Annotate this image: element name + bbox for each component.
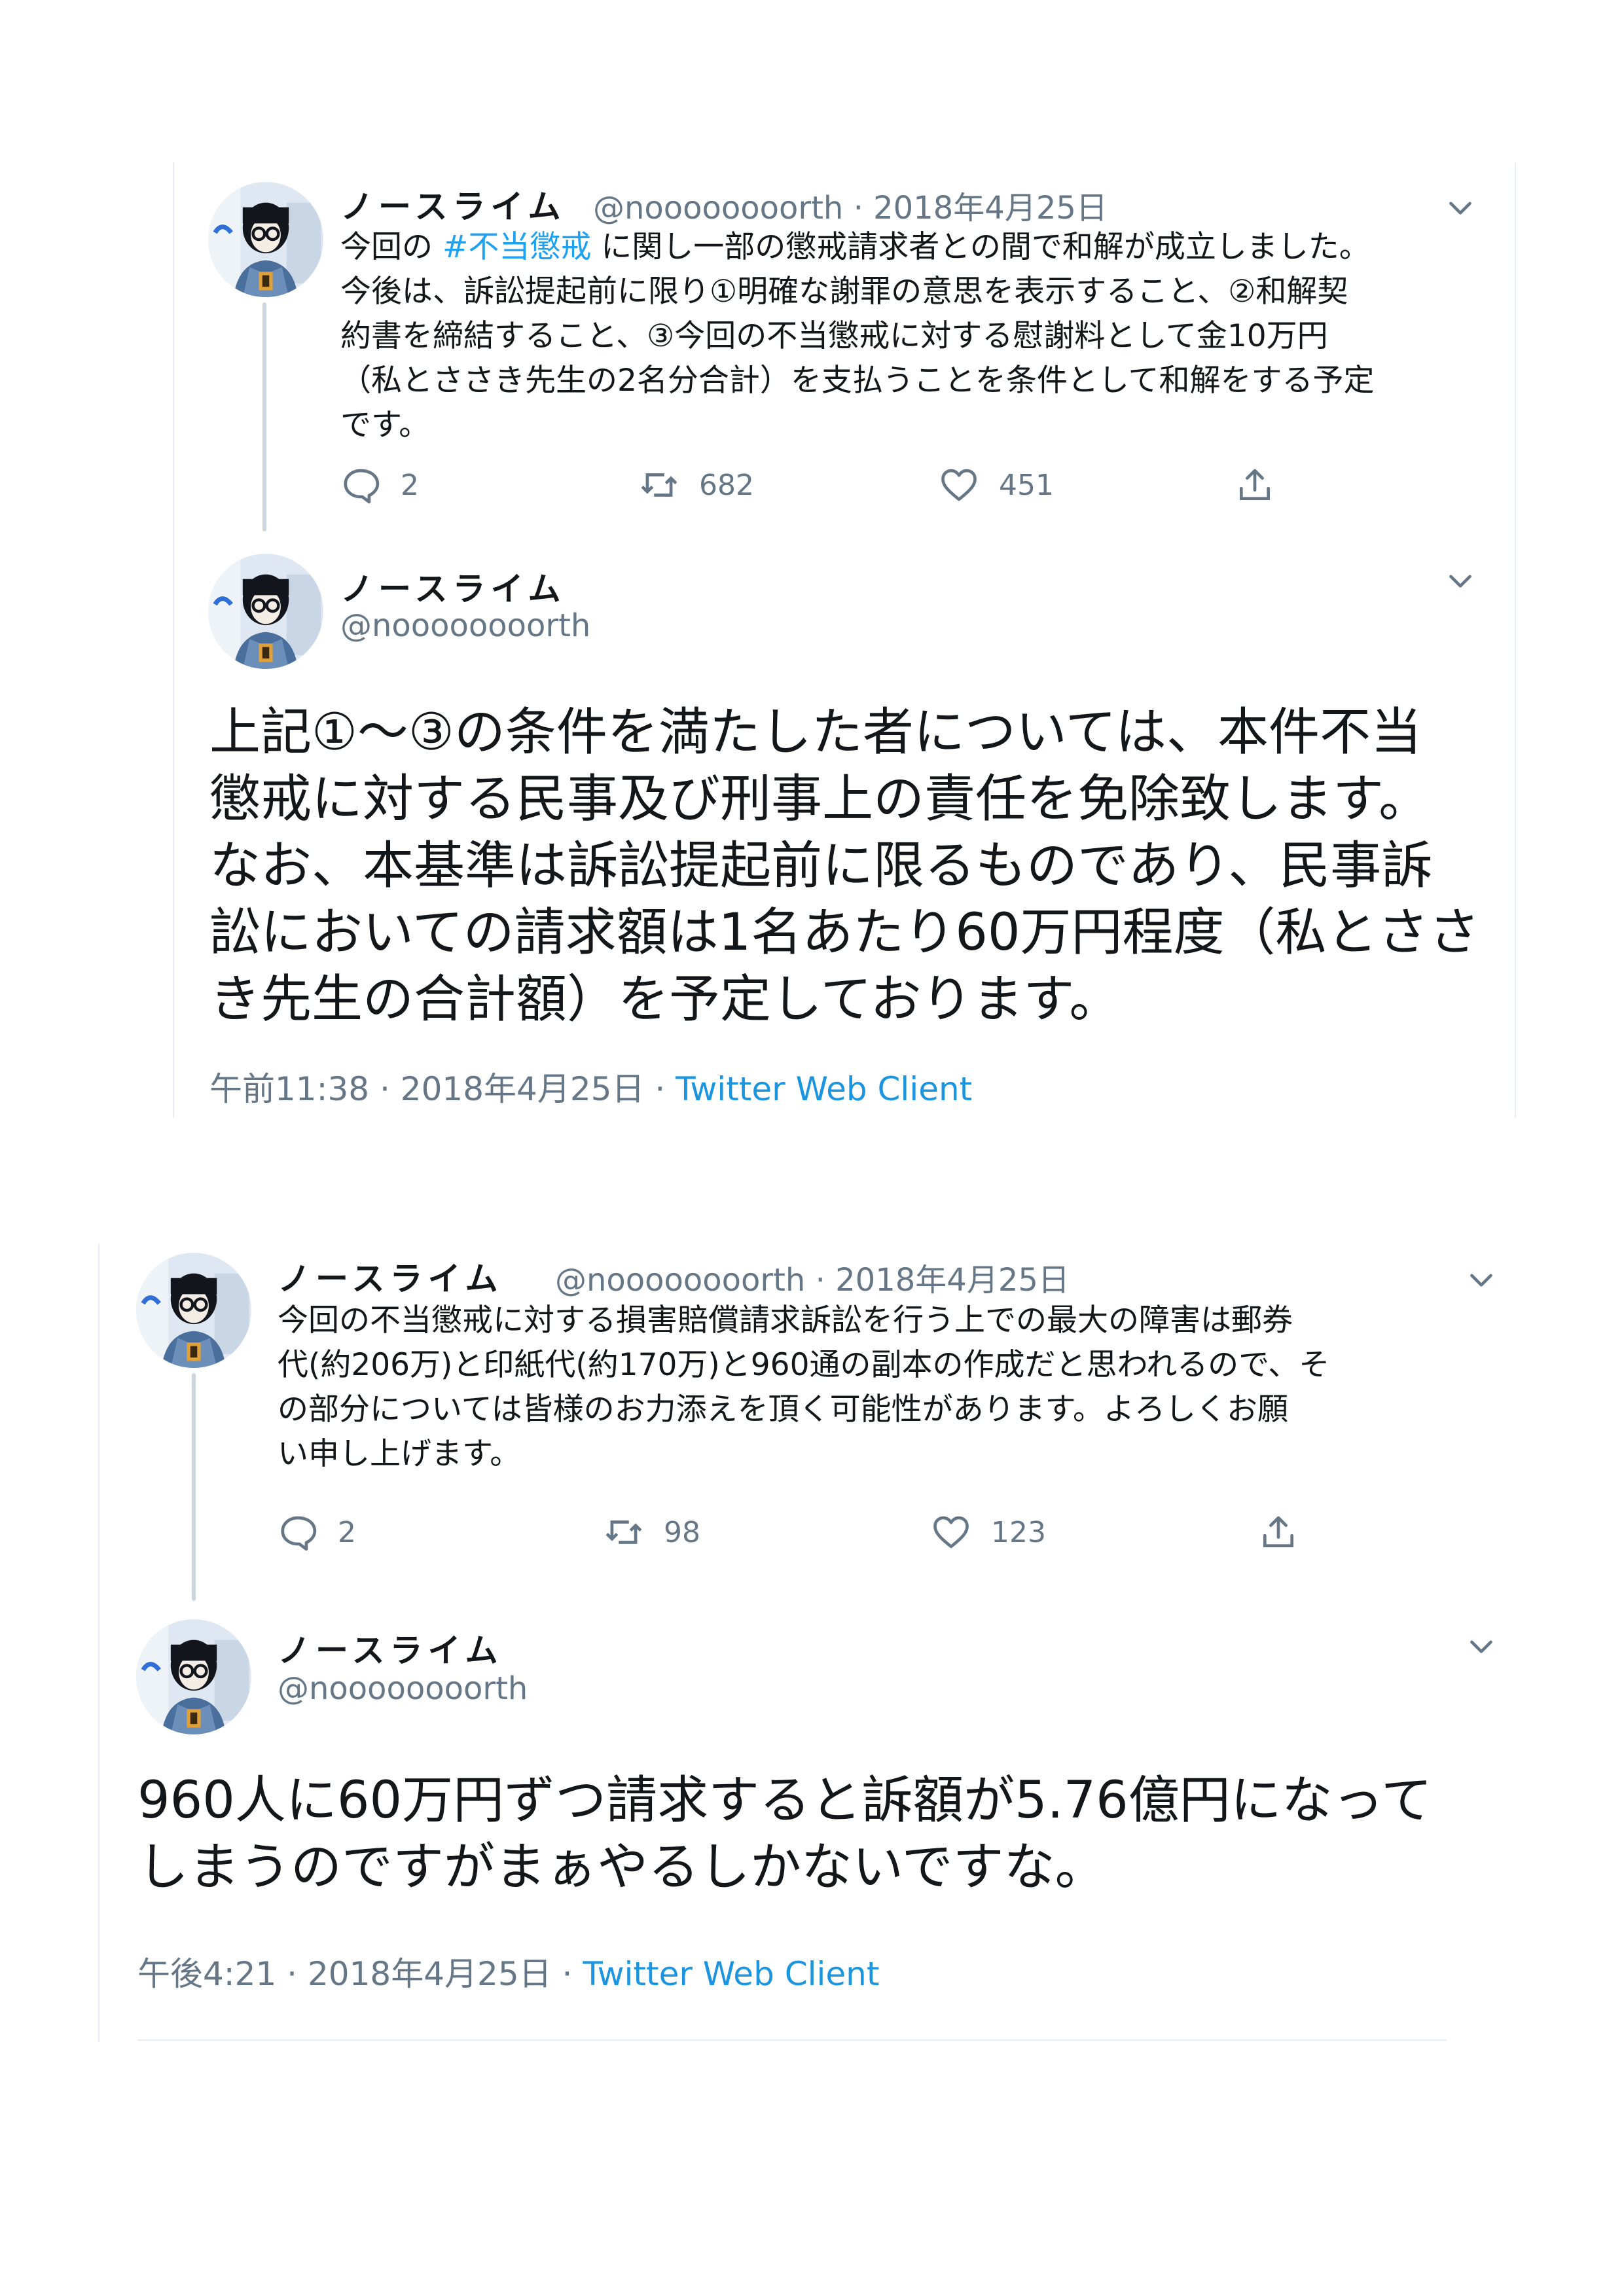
avatar[interactable] [136,1253,251,1368]
tweet-timestamp: 午後4:21 · 2018年4月25日 · Twitter Web Client [137,1948,879,1995]
retweet-count: 98 [664,1515,700,1549]
like-count: 123 [991,1515,1046,1549]
reply-icon [340,465,381,505]
retweet-button[interactable]: 98 [604,1512,700,1552]
like-count: 451 [999,468,1054,502]
timestamp-link[interactable]: 午後4:21 · 2018年4月25日 · [137,1955,583,1993]
share-button[interactable] [1258,1512,1299,1552]
tweet-text: 今回の #不当懲戒 に関し一部の懲戒請求者との間で和解が成立しました。 今後は、… [340,225,1506,448]
share-icon [1235,465,1275,505]
handle[interactable]: @noooooooorth [340,607,590,644]
avatar[interactable] [136,1619,251,1734]
meta-separator: · [843,190,874,226]
reply-count: 2 [338,1515,356,1549]
thread-line [192,1373,196,1601]
chevron-down-icon[interactable] [1444,191,1477,224]
tweet-date[interactable]: 2018年4月25日 [835,1262,1070,1299]
divider [137,2039,1447,2041]
handle[interactable]: @noooooooorth [278,1670,528,1707]
reply-icon [278,1512,318,1552]
client-link[interactable]: Twitter Web Client [583,1955,879,1993]
timestamp-link[interactable]: 午前11:38 · 2018年4月25日 · [209,1070,676,1108]
reply-count: 2 [401,468,419,502]
retweet-icon [604,1512,644,1552]
tweet-text: 上記①～③の条件を満たした者については、本件不当 懲戒に対する民事及び刑事上の責… [209,703,1480,1029]
display-name[interactable]: ノースライム [278,1624,503,1672]
thread-line [262,302,266,531]
reply-button[interactable]: 2 [278,1512,356,1552]
share-icon [1258,1512,1299,1552]
retweet-count: 682 [699,468,754,502]
display-name[interactable]: ノースライム [278,1253,503,1300]
handle[interactable]: @noooooooorth [555,1262,805,1299]
share-button[interactable] [1235,465,1275,505]
tweet-timestamp: 午前11:38 · 2018年4月25日 · Twitter Web Clien… [209,1063,972,1110]
tweet-date[interactable]: 2018年4月25日 [873,190,1108,226]
avatar[interactable] [208,182,323,297]
retweet-button[interactable]: 682 [639,465,754,505]
handle[interactable]: @noooooooorth [593,190,843,226]
tweet-text: 960人に60万円ずつ請求すると訴額が5.76億円になって しまうのですがまぁや… [137,1771,1432,1897]
display-name[interactable]: ノースライム [340,181,566,228]
like-icon [939,465,979,505]
tweet-text-segment: 今回の [340,229,442,265]
client-link[interactable]: Twitter Web Client [676,1070,972,1108]
avatar[interactable] [208,554,323,669]
hashtag-link[interactable]: #不当懲戒 [442,229,591,265]
display-name[interactable]: ノースライム [340,563,566,610]
like-button[interactable]: 123 [931,1512,1046,1552]
chevron-down-icon[interactable] [1465,1263,1498,1296]
tweet-meta: @noooooooorth · 2018年4月25日 [555,1254,1070,1300]
tweet-meta: @noooooooorth · 2018年4月25日 [593,182,1108,228]
reply-button[interactable]: 2 [340,465,419,505]
tweet-thread-1: ノースライム @noooooooorth · 2018年4月25日 今回の #不… [173,162,1516,1118]
meta-separator: · [805,1262,836,1299]
tweet-text: 今回の不当懲戒に対する損害賠償請求訴訟を行う上での最大の障害は郵券 代(約206… [278,1302,1330,1472]
tweet-thread-2: ノースライム @noooooooorth · 2018年4月25日 今回の不当懲… [98,1244,1511,2042]
chevron-down-icon[interactable] [1444,564,1477,597]
like-button[interactable]: 451 [939,465,1054,505]
like-icon [931,1512,971,1552]
retweet-icon [639,465,679,505]
chevron-down-icon[interactable] [1465,1630,1498,1662]
